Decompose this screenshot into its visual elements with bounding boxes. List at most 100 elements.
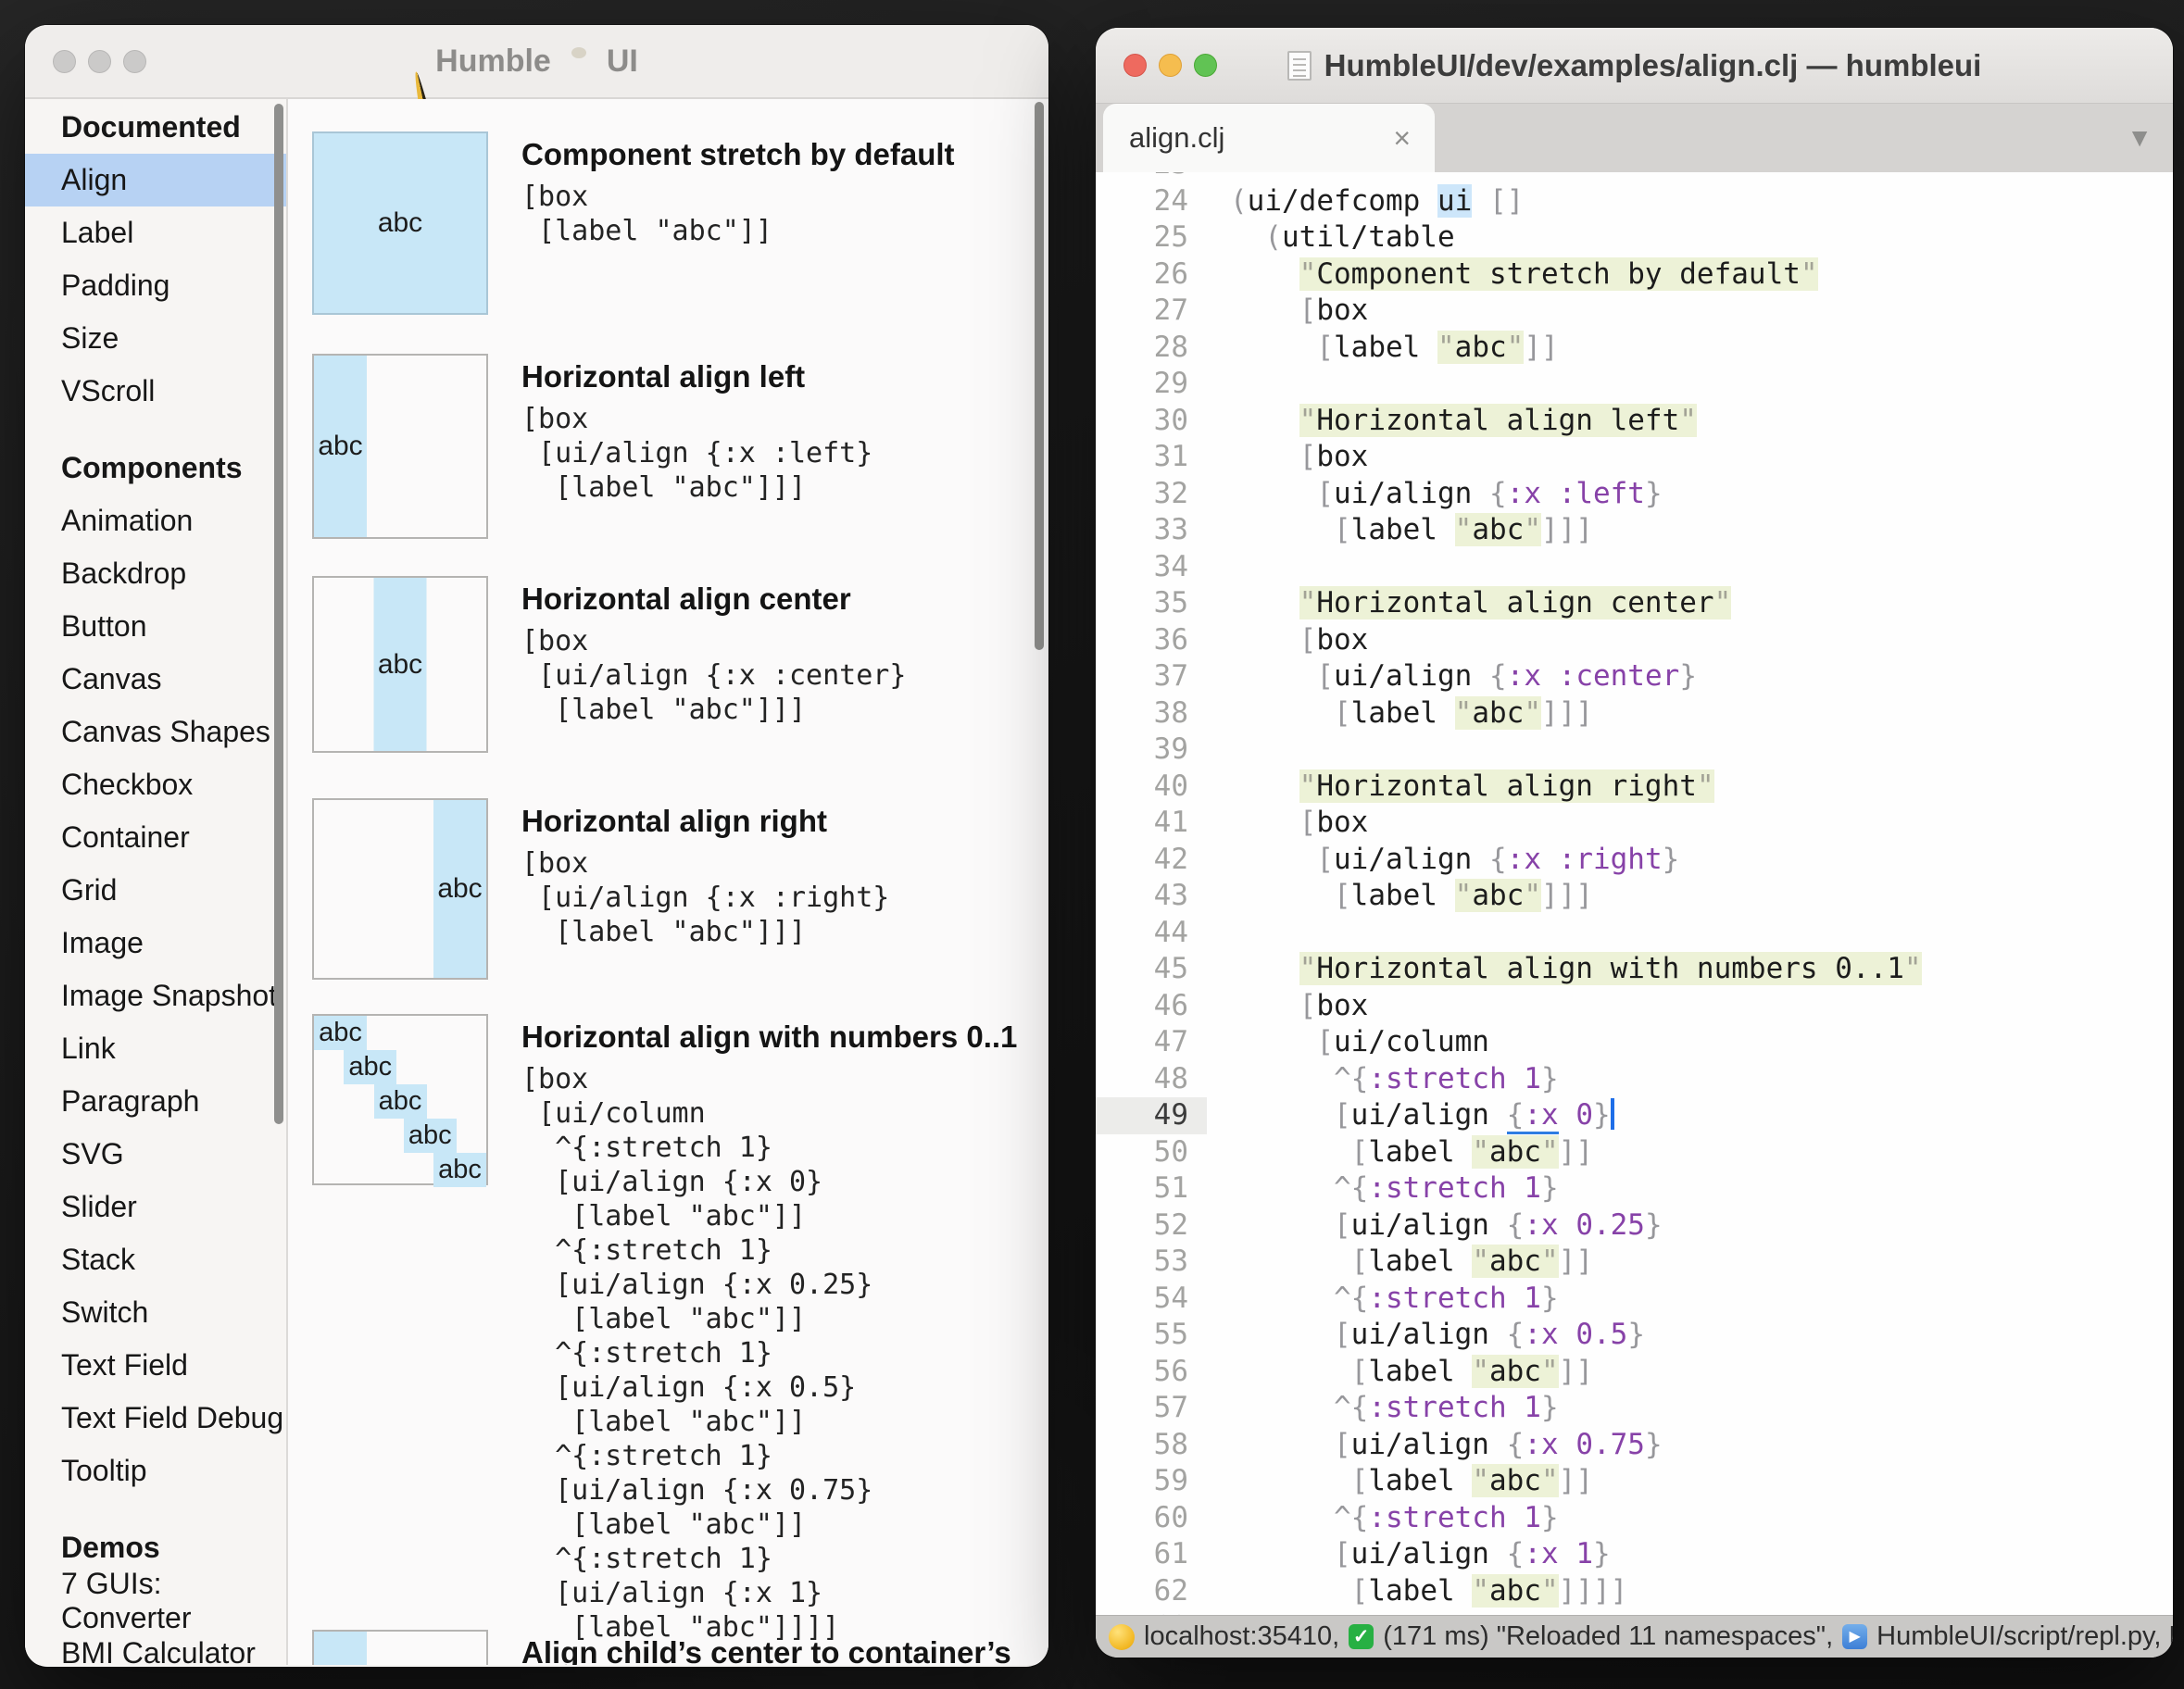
sidebar-item-label[interactable]: Label (25, 206, 286, 259)
editor-line-36[interactable]: 36 [box (1096, 622, 2173, 659)
code-editor[interactable]: 2324(ui/defcomp ui []25 (util/table26 "C… (1096, 172, 2173, 1615)
editor-window-title: HumbleUI/dev/examples/align.clj — humble… (1287, 48, 1982, 83)
example-figure: abc (312, 576, 488, 753)
sidebar-item-backdrop[interactable]: Backdrop (25, 547, 286, 600)
sidebar-scrollbar[interactable] (274, 104, 283, 1124)
editor-line-55[interactable]: 55 [ui/align {:x 0.5} (1096, 1317, 2173, 1354)
sidebar-item-text-field[interactable]: Text Field (25, 1339, 286, 1392)
sidebar-item-size[interactable]: Size (25, 312, 286, 365)
editor-line-24[interactable]: 24(ui/defcomp ui [] (1096, 183, 2173, 220)
window-title-suffix: UI (607, 44, 638, 80)
window-title: Humble UI (435, 44, 638, 80)
editor-titlebar[interactable]: HumbleUI/dev/examples/align.clj — humble… (1096, 28, 2173, 104)
sidebar-item-stack[interactable]: Stack (25, 1233, 286, 1286)
editor-line-58[interactable]: 58 [ui/align {:x 0.75} (1096, 1427, 2173, 1464)
figure-label: abc (378, 207, 422, 239)
zoom-button[interactable] (123, 50, 146, 73)
editor-line-34[interactable]: 34 (1096, 549, 2173, 586)
editor-line-29[interactable]: 29 (1096, 366, 2173, 403)
minimize-button[interactable] (1159, 54, 1182, 77)
editor-line-44[interactable]: 44 (1096, 915, 2173, 952)
editor-line-49[interactable]: 49 [ui/align {:x 0} (1096, 1097, 2173, 1134)
editor-line-43[interactable]: 43 [label "abc"]]] (1096, 878, 2173, 915)
left-titlebar[interactable]: Humble UI (25, 25, 1048, 99)
editor-line-39[interactable]: 39 (1096, 732, 2173, 769)
sidebar-item-canvas-shapes[interactable]: Canvas Shapes (25, 706, 286, 758)
sidebar-item-container[interactable]: Container (25, 811, 286, 864)
editor-line-50[interactable]: 50 [label "abc"]] (1096, 1134, 2173, 1171)
sidebar-item-7-guis-converter[interactable]: 7 GUIs: Converter (25, 1574, 286, 1627)
line-number: 51 (1096, 1170, 1188, 1207)
sidebar-item-image[interactable]: Image (25, 917, 286, 970)
line-code: (util/table (1230, 219, 1455, 256)
line-number: 49 (1096, 1097, 1188, 1134)
line-code: ^{:stretch 1} (1230, 1170, 1559, 1207)
editor-line-35[interactable]: 35 "Horizontal align center" (1096, 585, 2173, 622)
editor-line-61[interactable]: 61 [ui/align {:x 1} (1096, 1536, 2173, 1573)
close-button[interactable] (53, 50, 76, 73)
line-number: 28 (1096, 330, 1188, 367)
editor-line-47[interactable]: 47 [ui/column (1096, 1024, 2173, 1061)
editor-line-51[interactable]: 51 ^{:stretch 1} (1096, 1170, 2173, 1207)
tab-list-dropdown-icon[interactable]: ▼ (2127, 104, 2153, 172)
example-figure: abcabcabcabcabc (312, 1014, 488, 1185)
editor-line-30[interactable]: 30 "Horizontal align left" (1096, 403, 2173, 440)
example-text: Horizontal align right[box [ui/align {:x… (521, 802, 889, 949)
editor-line-52[interactable]: 52 [ui/align {:x 0.25} (1096, 1207, 2173, 1245)
editor-line-59[interactable]: 59 [label "abc"]] (1096, 1463, 2173, 1500)
sidebar-item-vscroll[interactable]: VScroll (25, 365, 286, 418)
sidebar-item-grid[interactable]: Grid (25, 864, 286, 917)
editor-line-42[interactable]: 42 [ui/align {:x :right} (1096, 842, 2173, 879)
editor-line-62[interactable]: 62 [label "abc"]]]] (1096, 1573, 2173, 1610)
sidebar-item-align[interactable]: Align (25, 154, 286, 206)
editor-line-57[interactable]: 57 ^{:stretch 1} (1096, 1390, 2173, 1427)
editor-line-40[interactable]: 40 "Horizontal align right" (1096, 769, 2173, 806)
sidebar-item-animation[interactable]: Animation (25, 494, 286, 547)
line-code: ^{:stretch 1} (1230, 1500, 1559, 1537)
editor-line-27[interactable]: 27 [box (1096, 293, 2173, 330)
tab-align-clj[interactable]: align.clj × (1103, 104, 1435, 172)
editor-line-56[interactable]: 56 [label "abc"]] (1096, 1354, 2173, 1391)
editor-line-33[interactable]: 33 [label "abc"]]] (1096, 512, 2173, 549)
example-title: Align child’s center to container’s left (521, 1633, 1048, 1665)
sidebar-item-button[interactable]: Button (25, 600, 286, 653)
sidebar-item-text-field-debug[interactable]: Text Field Debug (25, 1392, 286, 1445)
editor-line-32[interactable]: 32 [ui/align {:x :left} (1096, 476, 2173, 513)
sidebar-item-switch[interactable]: Switch (25, 1286, 286, 1339)
editor-line-53[interactable]: 53 [label "abc"]] (1096, 1244, 2173, 1281)
sidebar-item-image-snapshot[interactable]: Image Snapshot (25, 970, 286, 1022)
sidebar-item-svg[interactable]: SVG (25, 1128, 286, 1181)
tab-close-icon[interactable]: × (1393, 121, 1411, 156)
editor-line-54[interactable]: 54 ^{:stretch 1} (1096, 1281, 2173, 1318)
editor-line-26[interactable]: 26 "Component stretch by default" (1096, 256, 2173, 294)
editor-line-60[interactable]: 60 ^{:stretch 1} (1096, 1500, 2173, 1537)
figure-label: abc (404, 1119, 457, 1153)
zoom-button[interactable] (1194, 54, 1217, 77)
status-text: HumbleUI/script/repl.py, Line 49, Column… (1876, 1621, 2173, 1652)
editor-line-25[interactable]: 25 (util/table (1096, 219, 2173, 256)
editor-line-41[interactable]: 41 [box (1096, 805, 2173, 842)
editor-line-31[interactable]: 31 [box (1096, 439, 2173, 476)
line-number: 52 (1096, 1207, 1188, 1245)
sidebar-item-paragraph[interactable]: Paragraph (25, 1075, 286, 1128)
editor-line-23[interactable]: 23 (1096, 172, 2173, 183)
content-scrollbar[interactable] (1035, 102, 1044, 650)
sidebar-item-padding[interactable]: Padding (25, 259, 286, 312)
minimize-button[interactable] (88, 50, 111, 73)
line-number: 33 (1096, 512, 1188, 549)
status-bar: localhost:35410,✓(171 ms) "Reloaded 11 n… (1096, 1615, 2173, 1658)
line-number: 35 (1096, 585, 1188, 622)
sidebar-item-checkbox[interactable]: Checkbox (25, 758, 286, 811)
close-button[interactable] (1123, 54, 1147, 77)
sidebar-item-tooltip[interactable]: Tooltip (25, 1445, 286, 1497)
sidebar-item-canvas[interactable]: Canvas (25, 653, 286, 706)
editor-line-46[interactable]: 46 [box (1096, 988, 2173, 1025)
sidebar-item-link[interactable]: Link (25, 1022, 286, 1075)
editor-line-28[interactable]: 28 [label "abc"]] (1096, 330, 2173, 367)
editor-line-48[interactable]: 48 ^{:stretch 1} (1096, 1061, 2173, 1098)
editor-line-37[interactable]: 37 [ui/align {:x :center} (1096, 658, 2173, 695)
example-figure: abc (312, 354, 488, 539)
sidebar-item-slider[interactable]: Slider (25, 1181, 286, 1233)
editor-line-45[interactable]: 45 "Horizontal align with numbers 0..1" (1096, 951, 2173, 988)
editor-line-38[interactable]: 38 [label "abc"]]] (1096, 695, 2173, 732)
